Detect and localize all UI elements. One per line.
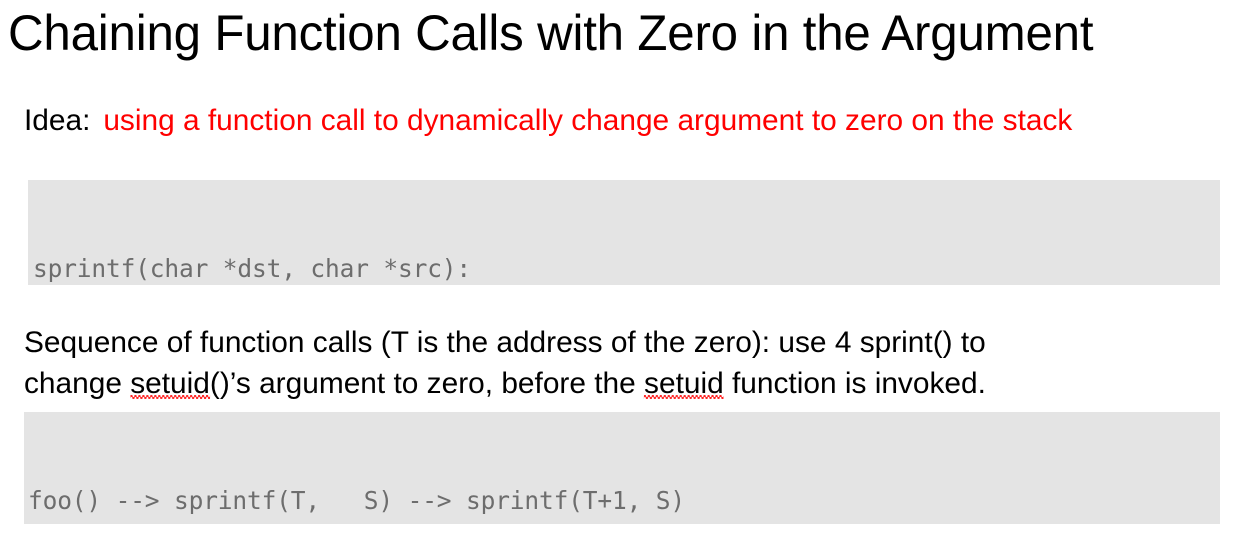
code-block-sprintf-description: sprintf(char *dst, char *src): - Copy th… <box>28 180 1220 285</box>
idea-highlight-text: using a function call to dynamically cha… <box>103 104 1073 137</box>
code-line: foo() --> sprintf(T, S) --> sprintf(T+1,… <box>28 486 686 515</box>
code-line: sprintf(char *dst, char *src): <box>33 254 472 283</box>
paragraph-line-1: Sequence of function calls (T is the add… <box>24 322 1198 363</box>
idea-line: Idea: using a function call to dynamicall… <box>24 100 1228 142</box>
sequence-description-paragraph: Sequence of function calls (T is the add… <box>24 322 1198 404</box>
paragraph-text: ()’s argument to zero, before the <box>209 367 645 400</box>
paragraph-line-2: change setuid()’s argument to zero, befo… <box>24 363 1198 404</box>
page-title: Chaining Function Calls with Zero in the… <box>8 5 1094 61</box>
misspelled-word-setuid: setuid <box>130 367 210 400</box>
idea-label: Idea: <box>24 104 91 137</box>
paragraph-text: change <box>24 367 131 400</box>
paragraph-text: function is invoked. <box>723 367 986 400</box>
code-block-call-sequence: foo() --> sprintf(T, S) --> sprintf(T+1,… <box>24 412 1220 524</box>
misspelled-word-setuid: setuid <box>644 367 724 400</box>
paragraph-text: Sequence of function calls (T is the add… <box>24 326 986 359</box>
